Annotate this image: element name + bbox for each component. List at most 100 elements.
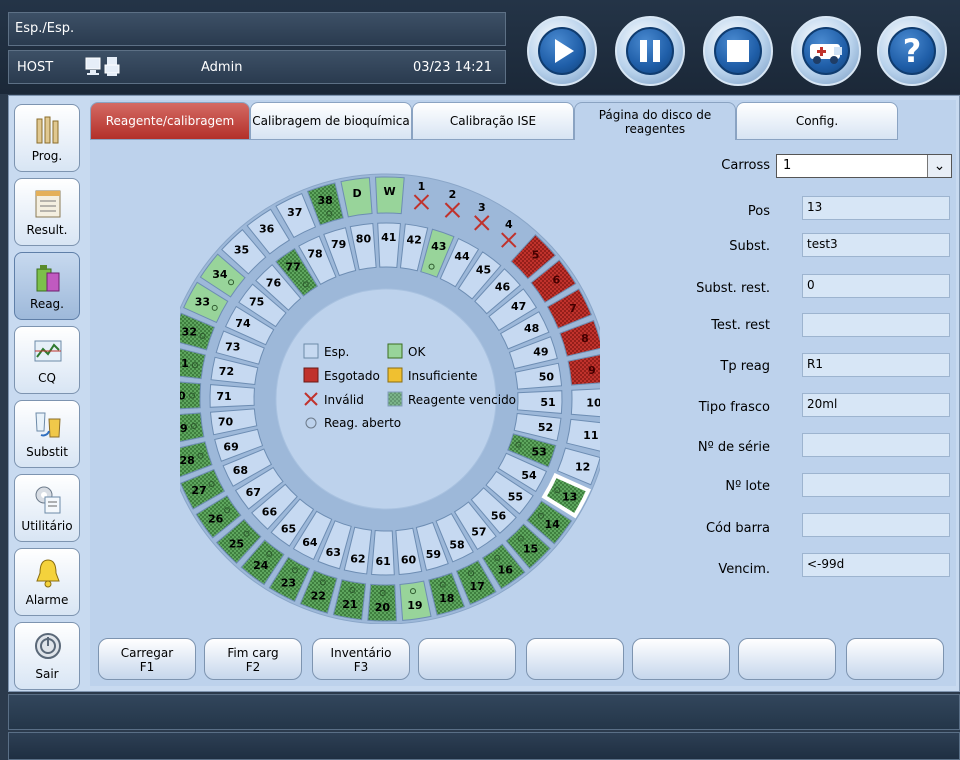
inner-slot-61[interactable]: 61 (371, 530, 395, 576)
play-button[interactable] (527, 16, 597, 86)
slot-label: 22 (311, 590, 326, 603)
test-rest-field (802, 313, 950, 337)
slot-label: 53 (532, 446, 547, 459)
sidebar-item-prog[interactable]: Prog. (14, 104, 80, 172)
inventario-button[interactable]: Inventário F3 (312, 638, 410, 680)
legend-ok-label: OK (408, 345, 426, 359)
slot-label: 16 (498, 563, 514, 576)
sidebar-item-utilitario[interactable]: Utilitário (14, 474, 80, 542)
slot-label: 57 (471, 526, 486, 539)
tab-label: Config. (795, 114, 839, 128)
stop-button[interactable] (703, 16, 773, 86)
sidebar-item-substit[interactable]: Substit (14, 400, 80, 468)
sidebar-item-result[interactable]: Result. (14, 178, 80, 246)
sidebar-item-sair[interactable]: Sair (14, 622, 80, 690)
reagent-carousel: D W 12345678910111213141516171819202122232… (180, 173, 600, 624)
function-button-5[interactable] (526, 638, 624, 680)
slot-label: 34 (212, 268, 228, 281)
slot-label: 70 (218, 416, 234, 429)
inner-slot-41[interactable]: 41 (377, 222, 401, 268)
pos-label: Pos (747, 204, 770, 219)
tab-disco-reagentes[interactable]: Página do disco de reagentes (574, 102, 736, 140)
function-button-6[interactable] (632, 638, 730, 680)
slot-label: 26 (208, 512, 224, 525)
slot-label: 4 (505, 218, 513, 231)
slot-label: 72 (219, 365, 234, 378)
slot-label: D (352, 187, 361, 200)
sidebar-item-reag[interactable]: Reag. (14, 252, 80, 320)
tab-calibracao-ise[interactable]: Calibração ISE (412, 102, 574, 140)
carousel-label: Carross (721, 158, 770, 173)
emergency-button[interactable] (791, 16, 861, 86)
slot-label: 50 (539, 370, 555, 383)
reagent-icon (36, 265, 60, 292)
slot-label: 6 (553, 274, 561, 287)
slot-label: 15 (523, 543, 538, 556)
results-icon (35, 190, 61, 218)
sidebar-item-cq[interactable]: CQ (14, 326, 80, 394)
slot-label: 64 (302, 536, 318, 549)
inner-slot-51[interactable]: 51 (517, 390, 563, 414)
slot-label: 51 (540, 396, 555, 409)
slot-label: 20 (375, 601, 391, 614)
function-button-8[interactable] (846, 638, 944, 680)
tp-reag-label: Tp reag (720, 359, 770, 374)
function-button-4[interactable] (418, 638, 516, 680)
slot-label: 35 (234, 243, 249, 256)
sidebar-item-label: CQ (38, 371, 56, 385)
sidebar-item-label: Sair (35, 667, 59, 681)
slot-label: 75 (249, 296, 264, 309)
fim-carg-button[interactable]: Fim carg F2 (204, 638, 302, 680)
slot-label: 5 (532, 249, 540, 262)
stop-icon (727, 40, 749, 62)
tab-label: Calibração ISE (449, 114, 537, 128)
tab-config[interactable]: Config. (736, 102, 898, 140)
subst-rest-label: Subst. rest. (696, 281, 770, 296)
slot-label: 42 (406, 233, 421, 246)
lote-label: Nº lote (725, 479, 770, 494)
sidebar-item-label: Substit (26, 445, 68, 459)
slot-label: 12 (575, 461, 590, 474)
lote-field (802, 473, 950, 497)
carregar-button[interactable]: Carregar F1 (98, 638, 196, 680)
slot-label: 77 (285, 260, 300, 273)
pause-button[interactable] (615, 16, 685, 86)
slot-label: 65 (281, 522, 296, 535)
outer-slot-W[interactable]: W (375, 176, 405, 215)
tab-calibragem-bioquimica[interactable]: Calibragem de bioquímica (250, 102, 412, 140)
slot-label: 3 (478, 201, 486, 214)
slot-label: 69 (223, 440, 238, 453)
slot-label: 37 (287, 206, 302, 219)
slot-label: 67 (246, 486, 261, 499)
sidebar-item-alarme[interactable]: Alarme (14, 548, 80, 616)
subst-label: Subst. (729, 239, 770, 254)
outer-slot-30[interactable]: 30 (180, 381, 202, 410)
help-button[interactable]: ? (877, 16, 947, 86)
vencim-field: <-99d (802, 553, 950, 577)
tipo-frasco-field: 20ml (802, 393, 950, 417)
slot-label: 23 (281, 577, 296, 590)
button-label: Inventário (330, 646, 392, 660)
button-key: F2 (245, 660, 261, 674)
slot-label: 68 (233, 464, 248, 477)
slot-label: 21 (342, 598, 357, 611)
message-bar (8, 732, 960, 760)
outer-slot-20[interactable]: 20 (367, 583, 397, 622)
tab-reagente-calibragem[interactable]: Reagente/calibragem (90, 102, 250, 140)
slot-label: 36 (259, 223, 275, 236)
outer-slot-10[interactable]: 10 (570, 388, 600, 418)
slot-label: 55 (508, 490, 523, 503)
legend-depleted-swatch (303, 367, 319, 383)
slot-label: 24 (253, 559, 269, 572)
legend-invalid-label: Inválid (324, 393, 364, 407)
inner-slot-71[interactable]: 71 (209, 384, 255, 408)
slot-label: 14 (544, 518, 560, 531)
slot-label: 46 (495, 280, 511, 293)
chevron-down-icon[interactable]: ⌄ (927, 155, 951, 177)
status-bar (8, 694, 960, 730)
button-label: Fim carg (227, 646, 279, 660)
carousel-select[interactable]: 1 ⌄ (776, 154, 952, 178)
slot-label: 28 (180, 454, 195, 467)
datetime-label: 03/23 14:21 (413, 60, 493, 75)
function-button-7[interactable] (738, 638, 836, 680)
